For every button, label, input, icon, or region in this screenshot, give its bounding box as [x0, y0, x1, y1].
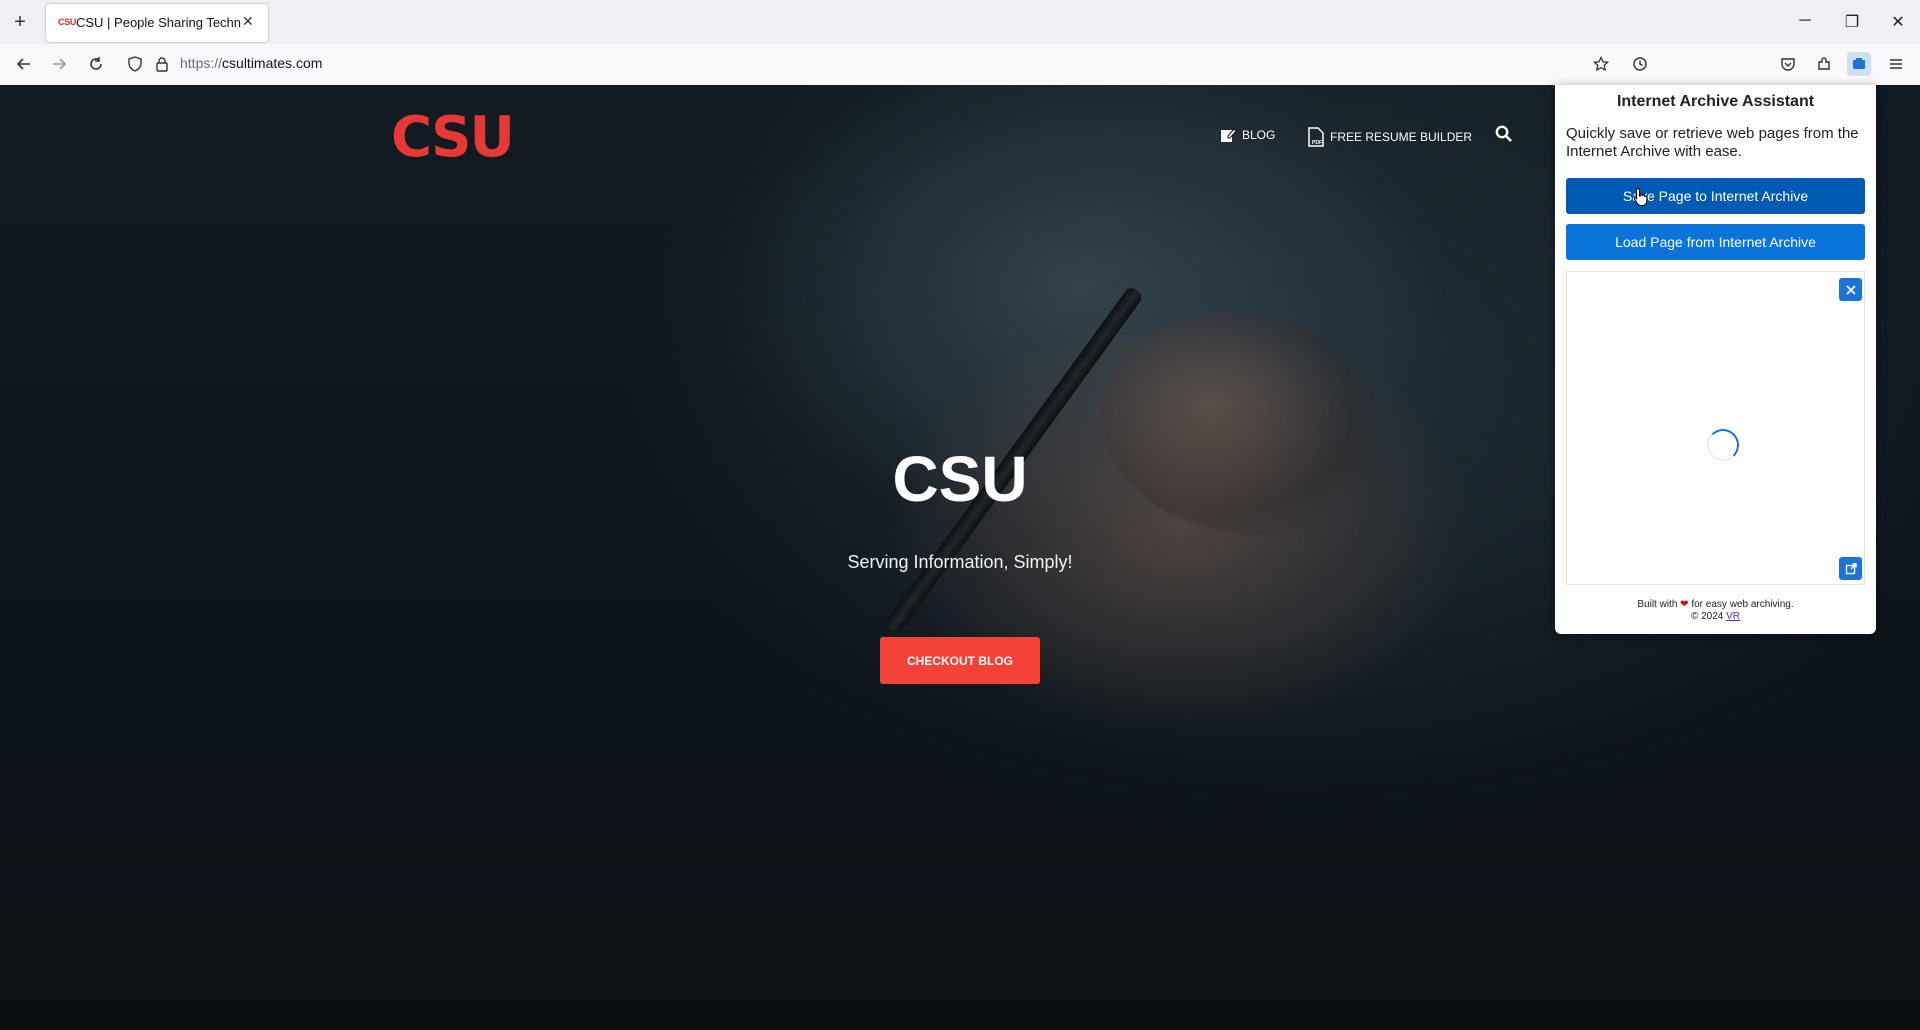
url-protocol: https:// — [180, 55, 223, 71]
lock-icon[interactable] — [150, 52, 174, 76]
popup-description: Quickly save or retrieve web pages from … — [1566, 125, 1859, 160]
search-icon[interactable] — [1495, 125, 1512, 147]
footer-built-prefix: Built with — [1637, 599, 1678, 610]
svg-text:PDF: PDF — [1312, 140, 1322, 146]
pointer-cursor-icon — [1633, 187, 1649, 212]
result-frame — [1566, 271, 1865, 585]
heart-icon: ❤ — [1680, 599, 1689, 610]
load-page-button[interactable]: Load Page from Internet Archive — [1566, 224, 1865, 260]
back-icon[interactable] — [12, 52, 36, 76]
checkout-blog-button[interactable]: CHECKOUT BLOG — [880, 637, 1040, 684]
edit-icon — [1221, 128, 1236, 142]
address-bar[interactable]: https://csultimates.com — [180, 55, 322, 71]
new-tab-button[interactable]: + — [8, 10, 32, 34]
popup-footer: Built with ❤ for easy web archiving. © 2… — [1555, 599, 1876, 623]
archive-extension-icon[interactable] — [1847, 52, 1871, 76]
nav-resume-label: FREE RESUME BUILDER — [1330, 130, 1473, 144]
footer-author-link[interactable]: VR — [1726, 611, 1740, 622]
browser-tab[interactable]: CSU CSU | People Sharing Technolo ✕ — [46, 4, 268, 42]
url-host: csultimates.com — [222, 55, 323, 71]
nav-resume-builder[interactable]: PDF FREE RESUME BUILDER — [1308, 127, 1472, 147]
open-external-icon[interactable] — [1839, 557, 1862, 580]
forward-icon[interactable] — [47, 52, 71, 76]
minimize-button[interactable]: ─ — [1795, 12, 1815, 30]
popup-title: Internet Archive Assistant — [1616, 93, 1815, 110]
pdf-file-icon: PDF — [1308, 127, 1324, 147]
site-logo[interactable]: CSU — [391, 105, 515, 170]
tab-close-icon[interactable]: ✕ — [242, 13, 254, 30]
footer-copyright: © 2024 — [1690, 611, 1724, 622]
pocket-icon[interactable] — [1776, 52, 1800, 76]
archive-assistant-popup: Internet Archive Assistant Quickly save … — [1555, 85, 1876, 634]
tab-favicon: CSU — [58, 17, 77, 27]
history-icon[interactable] — [1628, 52, 1652, 76]
reload-icon[interactable] — [84, 52, 108, 76]
restore-button[interactable]: ❐ — [1842, 12, 1862, 32]
shield-icon[interactable] — [123, 52, 147, 76]
close-window-button[interactable]: ✕ — [1888, 12, 1908, 32]
nav-blog[interactable]: BLOG — [1220, 127, 1275, 143]
loading-spinner — [1707, 429, 1739, 461]
bookmark-star-icon[interactable] — [1589, 52, 1613, 76]
footer-built-suffix: for easy web archiving. — [1691, 599, 1794, 610]
tab-title: CSU | People Sharing Technolo — [76, 15, 241, 30]
close-icon[interactable] — [1839, 278, 1862, 301]
menu-icon[interactable] — [1884, 52, 1908, 76]
navigation-toolbar: https://csultimates.com — [0, 44, 1920, 86]
save-page-button[interactable]: Save Page to Internet Archive — [1566, 178, 1865, 214]
nav-blog-label: BLOG — [1242, 128, 1276, 142]
extensions-icon[interactable] — [1812, 52, 1836, 76]
tab-bar: + CSU CSU | People Sharing Technolo ✕ ─ … — [0, 0, 1920, 44]
